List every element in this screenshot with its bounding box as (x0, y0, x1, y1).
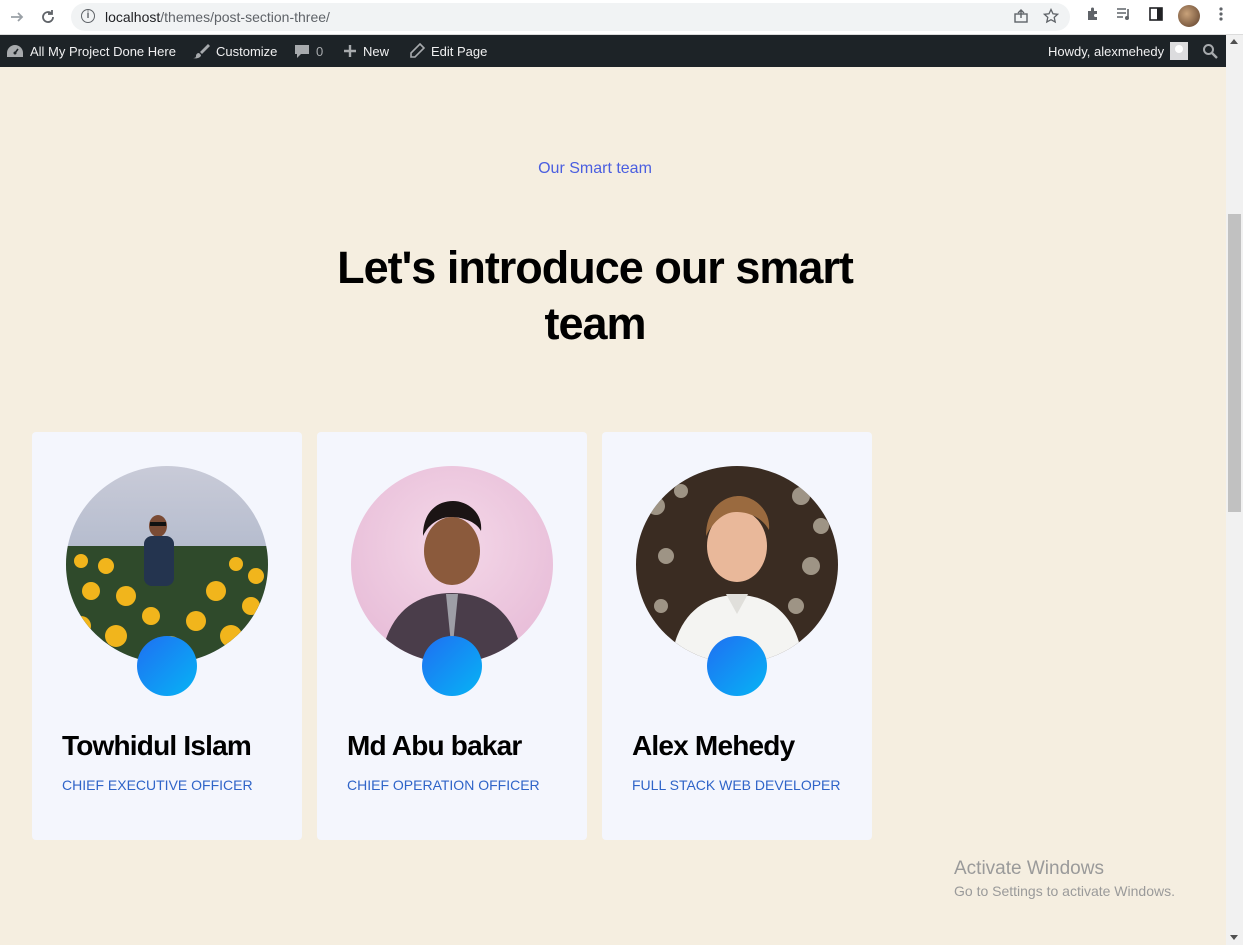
member-name: Md Abu bakar (347, 730, 522, 761)
media-playlist-icon[interactable] (1116, 6, 1132, 27)
member-accent-circle (422, 636, 482, 696)
windows-activation-watermark: Activate Windows Go to Settings to activ… (954, 858, 1175, 899)
scroll-up-arrow-icon[interactable] (1230, 39, 1238, 44)
paintbrush-icon (192, 43, 210, 59)
team-card: Towhidul Islam CHIEF EXECUTIVE OFFICER (32, 432, 302, 840)
reload-icon[interactable] (36, 5, 60, 29)
wp-admin-bar: All My Project Done Here Customize 0 New… (0, 35, 1226, 67)
share-icon[interactable] (1013, 8, 1029, 29)
member-photo (66, 466, 268, 663)
section-eyebrow: Our Smart team (538, 160, 652, 177)
browser-toolbar: i localhost/themes/post-section-three/ (0, 0, 1243, 35)
extensions-icon[interactable] (1085, 6, 1101, 27)
member-accent-circle (137, 636, 197, 696)
scroll-down-arrow-icon[interactable] (1230, 935, 1238, 940)
member-accent-circle (707, 636, 767, 696)
bookmark-star-icon[interactable] (1042, 7, 1060, 29)
member-photo (351, 466, 553, 663)
team-card: Md Abu bakar CHIEF OPERATION OFFICER (317, 432, 587, 840)
team-card: Alex Mehedy FULL STACK WEB DEVELOPER (602, 432, 872, 840)
url-text: localhost/themes/post-section-three/ (105, 9, 330, 25)
member-role: CHIEF OPERATION OFFICER (347, 777, 540, 793)
user-avatar (1170, 42, 1189, 60)
member-name: Alex Mehedy (632, 730, 795, 761)
pencil-icon (409, 43, 425, 59)
member-name: Towhidul Islam (62, 730, 252, 761)
edit-page-label: Edit Page (431, 43, 488, 59)
browser-menu-icon[interactable] (1216, 6, 1226, 27)
side-panel-icon[interactable] (1148, 6, 1164, 27)
scrollbar-thumb[interactable] (1228, 214, 1241, 512)
search-icon (1202, 43, 1218, 59)
dashboard-icon (6, 43, 24, 59)
comments-link[interactable]: 0 (294, 35, 323, 67)
watermark-title: Activate Windows (954, 858, 1104, 879)
plus-icon (343, 44, 357, 58)
my-account-menu[interactable]: Howdy, alexmehedy (1048, 35, 1189, 67)
customize-link[interactable]: Customize (192, 35, 277, 67)
profile-avatar[interactable] (1178, 5, 1200, 27)
howdy-label: Howdy, alexmehedy (1048, 43, 1165, 59)
site-name-menu[interactable]: All My Project Done Here (6, 35, 176, 67)
address-bar[interactable]: i localhost/themes/post-section-three/ (71, 3, 1070, 31)
site-info-icon[interactable]: i (81, 9, 95, 23)
watermark-subtitle: Go to Settings to activate Windows. (954, 883, 1175, 899)
forward-arrow-icon[interactable] (5, 5, 29, 29)
customize-label: Customize (216, 43, 278, 59)
site-name-label: All My Project Done Here (30, 43, 176, 59)
admin-search[interactable] (1202, 35, 1218, 67)
member-photo (636, 466, 838, 663)
edit-page-link[interactable]: Edit Page (409, 35, 487, 67)
member-role: FULL STACK WEB DEVELOPER (632, 777, 841, 793)
new-content-menu[interactable]: New (343, 35, 389, 67)
comment-bubble-icon (294, 43, 310, 59)
section-heading: Let's introduce our smart team (337, 242, 854, 349)
comments-count: 0 (316, 43, 324, 59)
new-label: New (363, 43, 390, 59)
member-role: CHIEF EXECUTIVE OFFICER (62, 777, 253, 793)
